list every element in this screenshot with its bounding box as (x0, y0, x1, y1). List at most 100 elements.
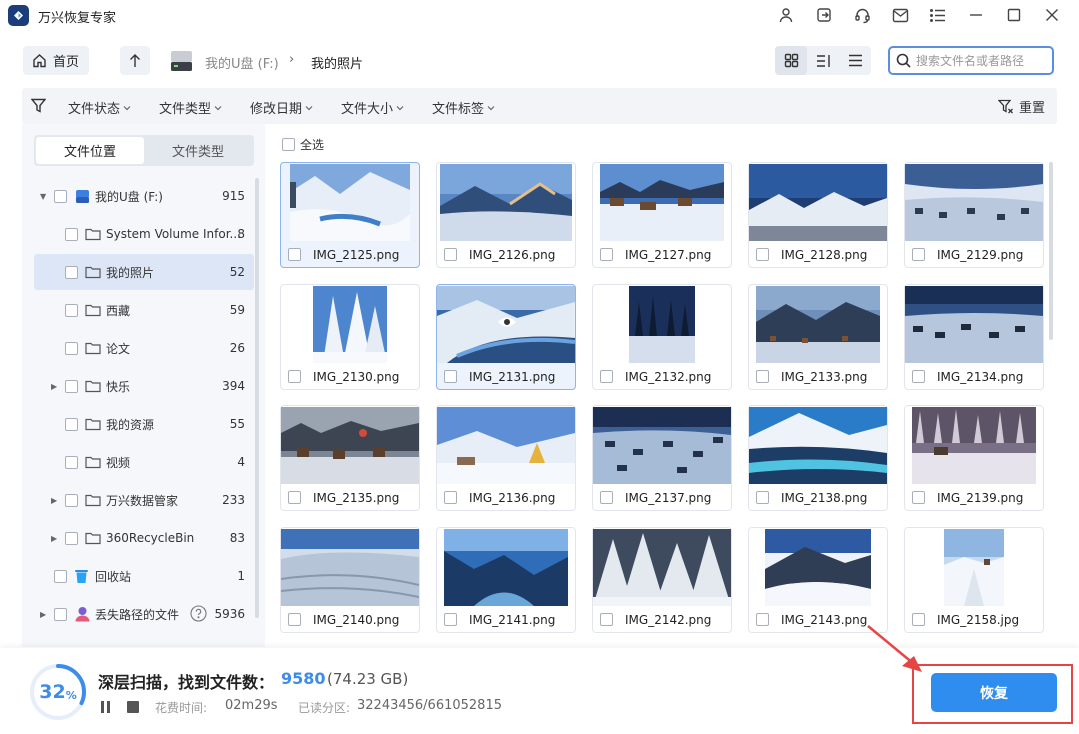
recover-button[interactable]: 恢复 (931, 673, 1057, 712)
filter-file-status[interactable]: 文件状态 (68, 98, 131, 117)
file-tile[interactable]: IMG_2136.png (436, 405, 576, 511)
tree-item-folder[interactable]: ▶ 万兴数据管家 233 (34, 482, 254, 518)
select-all[interactable]: 全选 (282, 136, 324, 153)
sidebar-scrollbar[interactable] (255, 178, 259, 618)
file-checkbox[interactable] (288, 613, 301, 626)
file-tile[interactable]: IMG_2142.png (592, 527, 732, 633)
file-checkbox[interactable] (444, 370, 457, 383)
file-tile[interactable]: IMG_2141.png (436, 527, 576, 633)
file-tile[interactable]: IMG_2134.png (904, 284, 1044, 390)
file-checkbox[interactable] (600, 248, 613, 261)
grid-view-button[interactable] (775, 46, 807, 75)
file-tile[interactable]: IMG_2125.png (280, 162, 420, 268)
file-checkbox[interactable] (288, 370, 301, 383)
close-icon[interactable] (1033, 0, 1071, 30)
file-tile[interactable]: IMG_2133.png (748, 284, 888, 390)
file-checkbox[interactable] (444, 248, 457, 261)
file-checkbox[interactable] (600, 491, 613, 504)
maximize-icon[interactable] (995, 0, 1033, 30)
filter-file-tag[interactable]: 文件标签 (432, 98, 495, 117)
file-checkbox[interactable] (756, 370, 769, 383)
home-button[interactable]: 首页 (23, 46, 89, 75)
filter-modified-date[interactable]: 修改日期 (250, 98, 313, 117)
tree-checkbox[interactable] (65, 265, 78, 279)
tree-checkbox[interactable] (65, 493, 78, 507)
expand-arrow-icon[interactable]: ▶ (51, 496, 57, 505)
file-checkbox[interactable] (756, 491, 769, 504)
tree-item-drive[interactable]: ▼ 我的U盘 (F:) 915 (34, 178, 254, 214)
tree-checkbox[interactable] (54, 607, 67, 621)
file-checkbox[interactable] (912, 491, 925, 504)
file-checkbox[interactable] (912, 370, 925, 383)
tree-item-folder[interactable]: 西藏 59 (34, 292, 254, 328)
expand-arrow-icon[interactable]: ▼ (40, 192, 46, 201)
file-checkbox[interactable] (288, 248, 301, 261)
reset-filters-button[interactable]: 重置 (997, 97, 1045, 116)
tree-checkbox[interactable] (65, 341, 78, 355)
file-tile[interactable]: IMG_2126.png (436, 162, 576, 268)
file-tile[interactable]: IMG_2139.png (904, 405, 1044, 511)
expand-arrow-icon[interactable]: ▶ (51, 534, 57, 543)
tree-item-folder[interactable]: 论文 26 (34, 330, 254, 366)
file-tile[interactable]: IMG_2130.png (280, 284, 420, 390)
file-checkbox[interactable] (288, 491, 301, 504)
file-tile[interactable]: IMG_2138.png (748, 405, 888, 511)
tab-file-type[interactable]: 文件类型 (144, 137, 252, 164)
detail-view-button[interactable] (807, 46, 839, 75)
grid-scrollbar[interactable] (1049, 162, 1053, 340)
expand-arrow-icon[interactable]: ▶ (40, 610, 46, 619)
minimize-icon[interactable] (957, 0, 995, 30)
file-checkbox[interactable] (444, 613, 457, 626)
search-input[interactable] (916, 53, 1046, 68)
support-headset-icon[interactable] (843, 0, 881, 30)
file-checkbox[interactable] (600, 613, 613, 626)
file-tile[interactable]: IMG_2131.png (436, 284, 576, 390)
file-checkbox[interactable] (600, 370, 613, 383)
file-tile[interactable]: IMG_2128.png (748, 162, 888, 268)
tree-checkbox[interactable] (65, 227, 78, 241)
file-checkbox[interactable] (912, 248, 925, 261)
file-checkbox[interactable] (756, 248, 769, 261)
file-tile[interactable]: IMG_2135.png (280, 405, 420, 511)
tree-checkbox[interactable] (65, 303, 78, 317)
tab-file-location[interactable]: 文件位置 (36, 137, 144, 164)
file-tile[interactable]: IMG_2158.jpg (904, 527, 1044, 633)
tree-item-folder[interactable]: 我的资源 55 (34, 406, 254, 442)
tree-item-folder[interactable]: ▶ 360RecycleBin 83 (34, 520, 254, 556)
account-icon[interactable] (767, 0, 805, 30)
stop-icon[interactable] (127, 701, 139, 713)
tree-item-recycle-bin[interactable]: 回收站 1 (34, 558, 254, 594)
file-tile[interactable]: IMG_2140.png (280, 527, 420, 633)
breadcrumb-drive[interactable]: 我的U盘 (F:) (205, 53, 279, 72)
tree-checkbox[interactable] (65, 455, 78, 469)
help-icon[interactable] (190, 605, 207, 625)
filter-file-type[interactable]: 文件类型 (159, 98, 222, 117)
tree-checkbox[interactable] (65, 417, 78, 431)
file-tile[interactable]: IMG_2143.png (748, 527, 888, 633)
file-tile[interactable]: IMG_2129.png (904, 162, 1044, 268)
filter-file-size[interactable]: 文件大小 (341, 98, 404, 117)
mail-icon[interactable] (881, 0, 919, 30)
file-tile[interactable]: IMG_2137.png (592, 405, 732, 511)
menu-list-icon[interactable] (919, 0, 957, 30)
tree-item-folder[interactable]: ▶ 快乐 394 (34, 368, 254, 404)
export-icon[interactable] (805, 0, 843, 30)
tree-item-folder[interactable]: 我的照片 52 (34, 254, 254, 290)
file-checkbox[interactable] (444, 491, 457, 504)
file-checkbox[interactable] (756, 613, 769, 626)
tree-item-lost-files[interactable]: ▶ 丢失路径的文件 5936 (34, 596, 254, 632)
tree-checkbox[interactable] (54, 569, 67, 583)
tree-item-folder[interactable]: 视频 4 (34, 444, 254, 480)
preview-eye-icon[interactable] (497, 315, 517, 333)
file-tile[interactable]: IMG_2127.png (592, 162, 732, 268)
tree-checkbox[interactable] (54, 189, 67, 203)
tree-checkbox[interactable] (65, 531, 78, 545)
tree-item-folder[interactable]: System Volume Infor... 8 (34, 216, 254, 252)
go-up-button[interactable] (120, 46, 150, 75)
expand-arrow-icon[interactable]: ▶ (51, 382, 57, 391)
tree-checkbox[interactable] (65, 379, 78, 393)
select-all-checkbox[interactable] (282, 138, 295, 151)
pause-icon[interactable] (101, 701, 113, 713)
file-tile[interactable]: IMG_2132.png (592, 284, 732, 390)
list-view-button[interactable] (839, 46, 871, 75)
